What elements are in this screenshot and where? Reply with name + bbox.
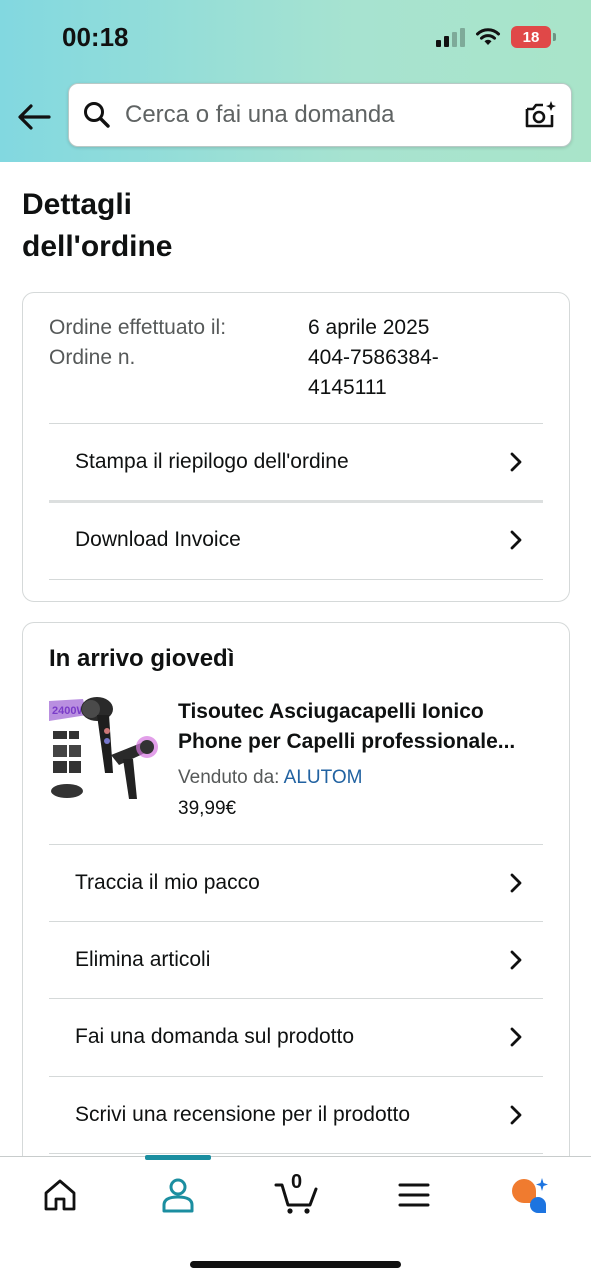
divider xyxy=(49,1153,543,1154)
order-date-value: 6 aprile 2025 xyxy=(308,316,430,339)
search-bar[interactable]: Cerca o fai una domanda xyxy=(68,83,572,147)
divider xyxy=(49,579,543,580)
page-title: Dettagli dell'ordine xyxy=(22,188,173,263)
wifi-icon xyxy=(476,28,500,45)
print-order-summary-row[interactable]: Stampa il riepilogo dell'ordine xyxy=(49,423,543,501)
chevron-right-icon xyxy=(510,873,522,893)
cart-button[interactable]: 0 xyxy=(274,1171,320,1215)
rufus-assistant-icon[interactable] xyxy=(508,1175,552,1215)
cellular-signal-icon xyxy=(436,27,465,47)
order-date-label: Ordine effettuato il: xyxy=(49,316,227,339)
chevron-right-icon xyxy=(510,1027,522,1047)
search-icon xyxy=(84,102,110,128)
delivery-status-title: In arrivo giovedì xyxy=(49,645,235,672)
camera-search-icon[interactable] xyxy=(523,99,557,131)
chevron-right-icon xyxy=(510,452,522,472)
chevron-right-icon xyxy=(510,1105,522,1125)
header: 00:18 18 Cerca o fai una domanda xyxy=(0,0,591,162)
chevron-right-icon xyxy=(510,950,522,970)
home-indicator xyxy=(190,1261,401,1268)
order-number-value: 404-7586384- 4145111 xyxy=(308,346,439,399)
search-input[interactable]: Cerca o fai una domanda xyxy=(125,101,523,129)
sold-by: Venduto da: ALUTOM xyxy=(178,767,363,788)
download-invoice-row[interactable]: Download Invoice xyxy=(49,501,543,579)
back-arrow-icon[interactable] xyxy=(16,101,52,133)
status-time: 00:18 xyxy=(62,22,129,52)
write-review-row[interactable]: Scrivi una recensione per il prodotto xyxy=(49,1076,543,1154)
ask-product-question-row[interactable]: Fai una domanda sul prodotto xyxy=(49,998,543,1076)
status-icons: 18 xyxy=(436,26,556,48)
chevron-right-icon xyxy=(510,530,522,550)
cart-count: 0 xyxy=(291,1171,303,1193)
battery-indicator: 18 xyxy=(511,26,556,48)
seller-link[interactable]: ALUTOM xyxy=(284,767,363,788)
menu-icon[interactable] xyxy=(392,1175,436,1215)
product-image[interactable]: 2400W xyxy=(49,695,159,805)
remove-items-row[interactable]: Elimina articoli xyxy=(49,921,543,999)
product-price: 39,99€ xyxy=(178,798,237,819)
order-info-card: Ordine effettuato il: 6 aprile 2025 Ordi… xyxy=(22,292,570,602)
active-tab-indicator xyxy=(145,1155,211,1160)
home-icon[interactable] xyxy=(38,1175,82,1215)
order-number-label: Ordine n. xyxy=(49,346,136,369)
account-icon[interactable] xyxy=(156,1175,200,1215)
shipment-card: In arrivo giovedì 2400W Tisoutec Asciuga… xyxy=(22,622,570,1182)
product-title[interactable]: Tisoutec Asciugacapelli Ionico Phone per… xyxy=(178,697,548,757)
track-package-row[interactable]: Traccia il mio pacco xyxy=(49,844,543,922)
